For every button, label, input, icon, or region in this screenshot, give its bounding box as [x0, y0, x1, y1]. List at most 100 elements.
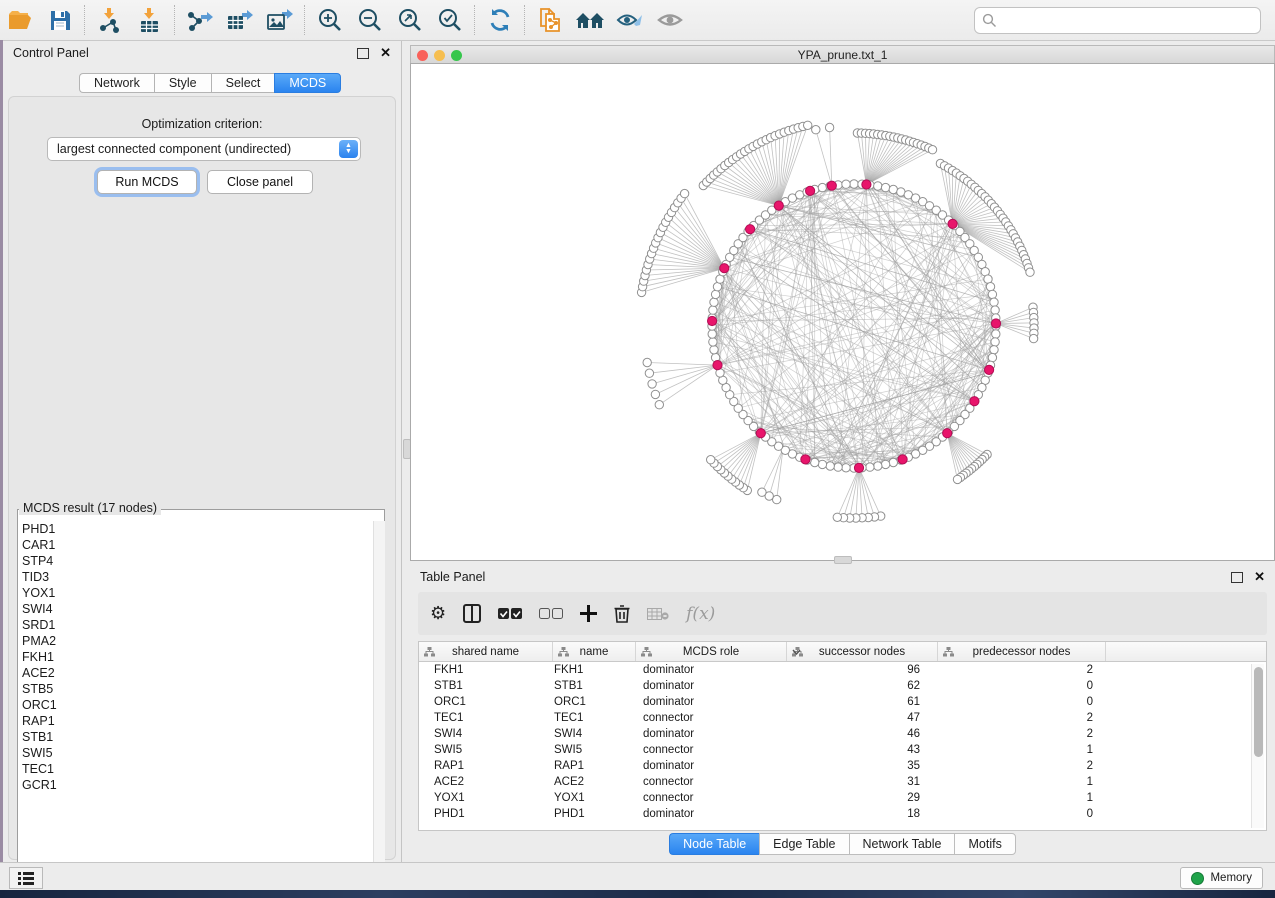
search-input[interactable]	[997, 11, 1260, 31]
mcds-node-item[interactable]: SWI5	[18, 745, 370, 761]
mcds-node-item[interactable]: STP4	[18, 553, 370, 569]
mcds-node-item[interactable]: CAR1	[18, 537, 370, 553]
mcds-node-item[interactable]: SRD1	[18, 617, 370, 633]
open-file-icon[interactable]	[0, 3, 40, 37]
zoom-fit-icon[interactable]	[390, 3, 430, 37]
task-history-button[interactable]	[9, 867, 43, 889]
mcds-node-item[interactable]: ACE2	[18, 665, 370, 681]
scrollbar-thumb[interactable]	[1254, 667, 1263, 757]
import-network-icon[interactable]	[90, 3, 130, 37]
select-stepper-icon: ▲▼	[339, 140, 358, 158]
deselect-all-icon[interactable]	[539, 608, 563, 620]
network-view[interactable]	[410, 63, 1275, 561]
table-row[interactable]: YOX1YOX1connector291	[419, 790, 1266, 806]
tab-style[interactable]: Style	[154, 73, 211, 93]
mcds-node-item[interactable]: FKH1	[18, 649, 370, 665]
search-box[interactable]	[974, 7, 1261, 34]
tab-motifs[interactable]: Motifs	[954, 833, 1015, 855]
cell-predecessor-nodes: 2	[934, 664, 1101, 676]
clone-network-icon[interactable]	[530, 3, 570, 37]
mcds-node-item[interactable]: TEC1	[18, 761, 370, 777]
mcds-list-scrollbar[interactable]	[373, 521, 385, 873]
toolbar-separator	[524, 5, 526, 35]
table-row[interactable]: TEC1TEC1connector472	[419, 710, 1266, 726]
refresh-icon[interactable]	[480, 3, 520, 37]
mcds-node-item[interactable]: TID3	[18, 569, 370, 585]
table-row[interactable]: ACE2ACE2connector311	[419, 774, 1266, 790]
cell-successor-nodes: 46	[784, 728, 934, 740]
list-icon	[18, 872, 34, 885]
tab-mcds[interactable]: MCDS	[274, 73, 341, 93]
column-header-name[interactable]: name	[553, 642, 636, 661]
cell-name: SWI4	[552, 728, 634, 740]
main-toolbar	[0, 0, 1275, 41]
mcds-node-item[interactable]: STB5	[18, 681, 370, 697]
table-row[interactable]: ORC1ORC1dominator610	[419, 694, 1266, 710]
zoom-selected-icon[interactable]	[430, 3, 470, 37]
column-header-predecessor-nodes[interactable]: predecessor nodes	[938, 642, 1106, 661]
mcds-node-item[interactable]: STB1	[18, 729, 370, 745]
table-row[interactable]: PHD1PHD1dominator180	[419, 806, 1266, 822]
zoom-out-icon[interactable]	[350, 3, 390, 37]
control-panel: Control Panel ✕ NetworkStyleSelectMCDS O…	[3, 41, 401, 862]
export-network-icon[interactable]	[180, 3, 220, 37]
table-row[interactable]: SWI5SWI5connector431	[419, 742, 1266, 758]
import-table-icon[interactable]	[130, 3, 170, 37]
export-table-icon[interactable]	[220, 3, 260, 37]
table-row[interactable]: FKH1FKH1dominator962	[419, 662, 1266, 678]
cell-shared-name: PHD1	[419, 808, 552, 820]
cell-MCDS-role: connector	[634, 792, 784, 804]
mcds-node-item[interactable]: PMA2	[18, 633, 370, 649]
table-row[interactable]: SWI4SWI4dominator462	[419, 726, 1266, 742]
settings-icon[interactable]: ⚙	[430, 603, 446, 624]
export-image-icon[interactable]	[260, 3, 300, 37]
tab-network-table[interactable]: Network Table	[849, 833, 955, 855]
memory-button[interactable]: Memory	[1180, 867, 1263, 889]
float-panel-icon[interactable]	[1231, 572, 1243, 583]
horizontal-splitter-grip[interactable]	[834, 556, 852, 564]
cell-shared-name: SWI4	[419, 728, 552, 740]
tab-node-table[interactable]: Node Table	[669, 833, 759, 855]
close-panel-button[interactable]: Close panel	[207, 170, 313, 194]
add-column-icon[interactable]	[580, 605, 597, 622]
close-panel-icon[interactable]: ✕	[1254, 572, 1265, 582]
hide-selected-icon[interactable]	[610, 3, 650, 37]
cell-name: FKH1	[552, 664, 634, 676]
mcds-node-item[interactable]: YOX1	[18, 585, 370, 601]
tab-select[interactable]: Select	[211, 73, 275, 93]
tab-edge-table[interactable]: Edge Table	[759, 833, 848, 855]
cell-MCDS-role: dominator	[634, 696, 784, 708]
column-header-successor-nodes[interactable]: successor nodes	[787, 642, 938, 661]
close-panel-icon[interactable]: ✕	[380, 48, 391, 58]
mcds-node-item[interactable]: GCR1	[18, 777, 370, 793]
mcds-node-item[interactable]: RAP1	[18, 713, 370, 729]
mcds-node-item[interactable]: PHD1	[18, 521, 370, 537]
select-all-icon[interactable]	[498, 608, 522, 620]
tab-network[interactable]: Network	[79, 73, 154, 93]
delete-table-icon[interactable]	[647, 607, 669, 621]
table-scrollbar[interactable]	[1251, 664, 1264, 828]
first-neighbors-icon[interactable]	[570, 3, 610, 37]
cell-MCDS-role: dominator	[634, 760, 784, 772]
column-header-MCDS-role[interactable]: MCDS role	[636, 642, 787, 661]
save-session-icon[interactable]	[40, 3, 80, 37]
zoom-in-icon[interactable]	[310, 3, 350, 37]
optimization-select[interactable]: largest connected component (undirected)…	[47, 137, 361, 161]
network-window: YPA_prune.txt_1	[410, 45, 1275, 560]
column-header-shared-name[interactable]: shared name	[419, 642, 553, 661]
mcds-node-item[interactable]: ORC1	[18, 697, 370, 713]
show-all-icon[interactable]	[650, 3, 690, 37]
run-mcds-button[interactable]: Run MCDS	[97, 170, 197, 194]
function-builder-icon[interactable]: f(x)	[686, 604, 715, 624]
cell-MCDS-role: connector	[634, 744, 784, 756]
delete-column-icon[interactable]	[614, 604, 630, 623]
show-columns-icon[interactable]	[463, 604, 481, 623]
float-panel-icon[interactable]	[357, 48, 369, 59]
mcds-panel: Optimization criterion: largest connecte…	[8, 96, 396, 860]
cell-successor-nodes: 31	[784, 776, 934, 788]
table-row[interactable]: STB1STB1dominator620	[419, 678, 1266, 694]
table-row[interactable]: RAP1RAP1dominator352	[419, 758, 1266, 774]
optimization-value: largest connected component (undirected)	[48, 142, 339, 156]
network-window-titlebar[interactable]: YPA_prune.txt_1	[410, 45, 1275, 64]
mcds-node-item[interactable]: SWI4	[18, 601, 370, 617]
